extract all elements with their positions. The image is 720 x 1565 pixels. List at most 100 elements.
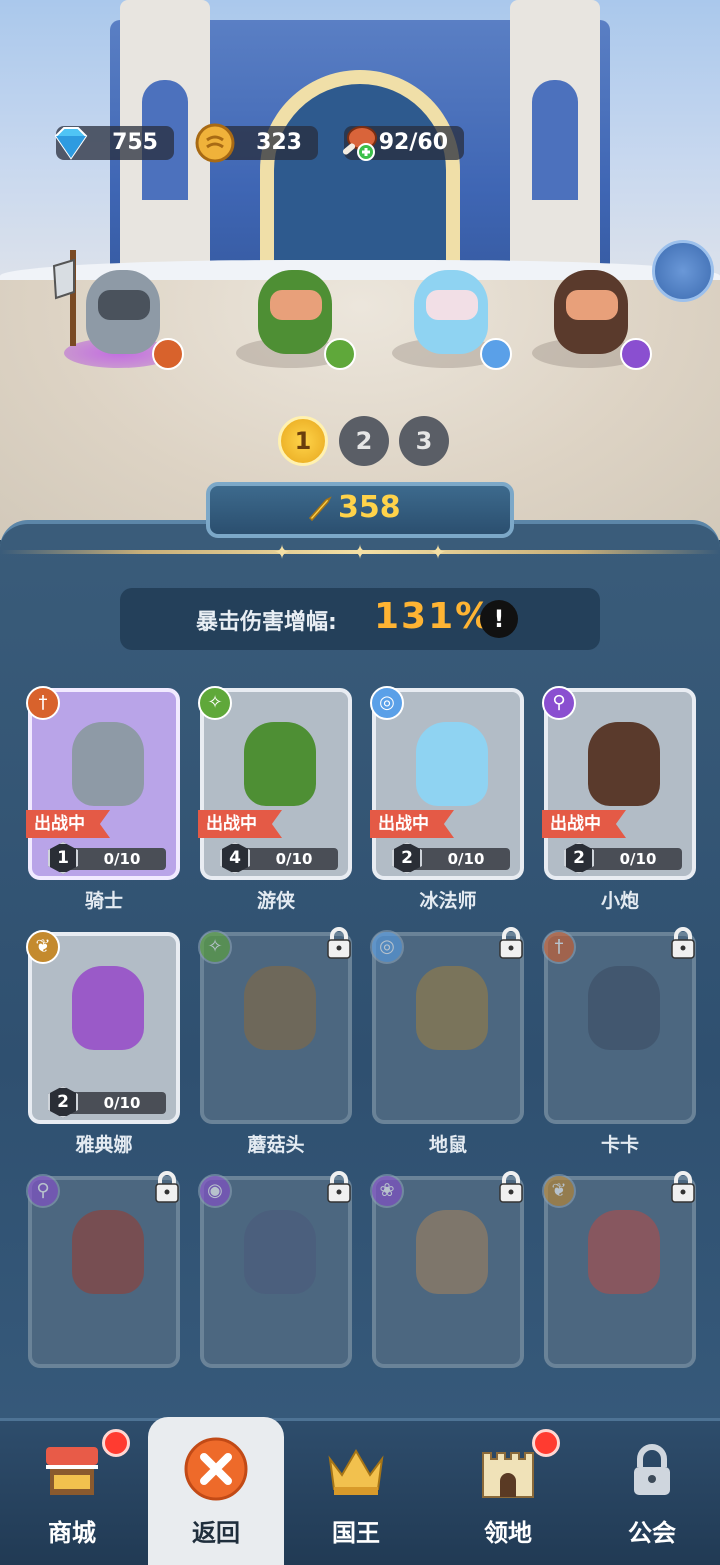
spiral-class-icon: ◎ bbox=[370, 930, 404, 964]
hero-card[interactable]: ✧ bbox=[198, 927, 352, 1124]
coin-value: 323 bbox=[256, 130, 302, 155]
nav-guild[interactable]: 公会 bbox=[580, 1421, 720, 1565]
deployed-tag: 出战中 bbox=[26, 810, 110, 838]
field-hero-ice-mage[interactable] bbox=[372, 240, 512, 380]
info-button[interactable]: ! bbox=[480, 600, 518, 638]
hero-card[interactable]: ❀ bbox=[370, 1171, 524, 1368]
nav-king[interactable]: 国王 bbox=[284, 1421, 428, 1565]
lock-icon bbox=[327, 1171, 351, 1203]
hero-card[interactable]: ◎ bbox=[370, 927, 524, 1124]
hero-portrait bbox=[588, 722, 660, 806]
sword-class-icon bbox=[152, 338, 184, 370]
wand-class-icon: ⚲ bbox=[542, 686, 576, 720]
nav-territory[interactable]: 领地 bbox=[436, 1421, 580, 1565]
ranger-face bbox=[270, 290, 322, 320]
deployed-tag: 出战中 bbox=[542, 810, 626, 838]
wings-class-icon: ❦ bbox=[26, 930, 60, 964]
nav-guild-label: 公会 bbox=[628, 1519, 676, 1547]
hero-portrait bbox=[244, 1210, 316, 1294]
hero-card[interactable]: ✧ 出战中 0/10 4 bbox=[198, 686, 352, 880]
hero-portrait bbox=[588, 966, 660, 1050]
bottom-nav: 商城 返回 国王 领地 公会 bbox=[0, 1417, 720, 1565]
crit-bonus-value: 131% bbox=[374, 596, 494, 637]
lineup-page-1[interactable]: 1 bbox=[278, 416, 328, 466]
notification-dot bbox=[532, 1429, 560, 1457]
sword-class-icon: † bbox=[542, 930, 576, 964]
nav-territory-label: 领地 bbox=[484, 1519, 532, 1547]
hero-portrait bbox=[588, 1210, 660, 1294]
hero-portrait bbox=[416, 1210, 488, 1294]
deployed-tag: 出战中 bbox=[370, 810, 454, 838]
hero-name: 雅典娜 bbox=[75, 1134, 133, 1156]
nav-shop[interactable]: 商城 bbox=[0, 1421, 144, 1565]
field-hero-cannon[interactable] bbox=[512, 240, 652, 380]
divider-star: ✦ bbox=[351, 540, 369, 564]
castle-icon bbox=[482, 1452, 534, 1498]
hero-name: 卡卡 bbox=[600, 1134, 639, 1156]
gem-counter[interactable]: 755 bbox=[54, 126, 174, 160]
hero-portrait bbox=[244, 722, 316, 806]
hero-portrait bbox=[416, 722, 488, 806]
hero-portrait bbox=[416, 966, 488, 1050]
hero-portrait bbox=[72, 722, 144, 806]
lineup-page-2[interactable]: 2 bbox=[339, 416, 389, 466]
shop-icon bbox=[46, 1447, 98, 1495]
hero-name: 小炮 bbox=[600, 890, 639, 912]
paw-class-icon: ❀ bbox=[370, 1174, 404, 1208]
lock-icon bbox=[671, 927, 695, 959]
wand-class-icon bbox=[620, 338, 652, 370]
close-icon bbox=[184, 1437, 248, 1501]
side-menu-orb-button[interactable] bbox=[652, 240, 714, 302]
power-value: 358 bbox=[338, 490, 401, 525]
lock-icon bbox=[327, 927, 351, 959]
hero-name: 地鼠 bbox=[428, 1134, 467, 1156]
meat-plus-icon bbox=[342, 126, 377, 161]
hero-name: 骑士 bbox=[84, 890, 123, 912]
hero-card[interactable]: ◎ 出战中 0/10 2 bbox=[370, 686, 524, 880]
power-sword-icon bbox=[308, 496, 332, 522]
lineup-page-3[interactable]: 3 bbox=[399, 416, 449, 466]
crit-bonus-label: 暴击伤害增幅: bbox=[196, 610, 337, 635]
diamond-icon bbox=[54, 127, 88, 160]
hero-portrait bbox=[72, 966, 144, 1050]
hero-portrait bbox=[72, 1210, 144, 1294]
crit-bonus-box bbox=[120, 588, 600, 650]
sword-class-icon: † bbox=[26, 686, 60, 720]
hero-card[interactable]: ❦ 0/10 2 bbox=[26, 930, 180, 1124]
ice-mage-face bbox=[426, 290, 478, 320]
nav-king-label: 国王 bbox=[332, 1519, 380, 1547]
hero-card[interactable]: ❦ bbox=[542, 1171, 696, 1368]
nav-shop-label: 商城 bbox=[48, 1519, 96, 1547]
gem-value: 755 bbox=[112, 130, 158, 155]
nav-back-label: 返回 bbox=[192, 1519, 240, 1547]
divider-star: ✦ bbox=[429, 540, 447, 564]
deployed-tag: 出战中 bbox=[198, 810, 282, 838]
hero-card[interactable]: † 出战中 0/10 1 bbox=[26, 686, 180, 880]
wand-class-icon: ⚲ bbox=[26, 1174, 60, 1208]
field-hero-ranger[interactable] bbox=[216, 240, 356, 380]
hero-name: 蘑菇头 bbox=[247, 1134, 305, 1156]
eye-class-icon: ◉ bbox=[198, 1174, 232, 1208]
hero-card[interactable]: ⚲ 出战中 0/10 2 bbox=[542, 686, 696, 880]
arrow-class-icon: ✧ bbox=[198, 930, 232, 964]
spiral-class-icon bbox=[480, 338, 512, 370]
field-hero-knight[interactable] bbox=[44, 240, 184, 380]
coin-counter[interactable]: 323 bbox=[195, 123, 318, 163]
crown-icon bbox=[328, 1449, 384, 1495]
coin-icon bbox=[195, 123, 235, 163]
lock-icon bbox=[634, 1444, 670, 1495]
knight-visor bbox=[98, 290, 150, 320]
nav-back[interactable]: 返回 bbox=[148, 1417, 284, 1565]
arrow-class-icon: ✧ bbox=[198, 686, 232, 720]
hero-name: 游侠 bbox=[256, 890, 295, 912]
hero-card[interactable]: ⚲ bbox=[26, 1171, 180, 1368]
hero-card[interactable]: † bbox=[542, 927, 696, 1124]
lock-icon bbox=[499, 1171, 523, 1203]
lock-icon bbox=[155, 1171, 179, 1203]
hero-card[interactable]: ◉ bbox=[198, 1171, 352, 1368]
cannon-face bbox=[566, 290, 618, 320]
spiral-class-icon: ◎ bbox=[370, 686, 404, 720]
stamina-counter[interactable]: 92/60 bbox=[342, 126, 464, 161]
hero-name: 冰法师 bbox=[419, 890, 477, 912]
notification-dot bbox=[102, 1429, 130, 1457]
